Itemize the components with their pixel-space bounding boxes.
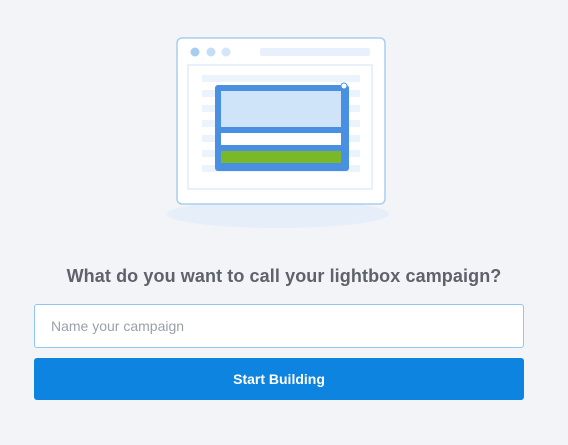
lightbox-popup-illustration-icon	[160, 30, 400, 235]
campaign-name-input[interactable]	[34, 304, 524, 348]
campaign-name-question: What do you want to call your lightbox c…	[66, 266, 502, 286]
start-building-button[interactable]: Start Building	[34, 358, 524, 400]
